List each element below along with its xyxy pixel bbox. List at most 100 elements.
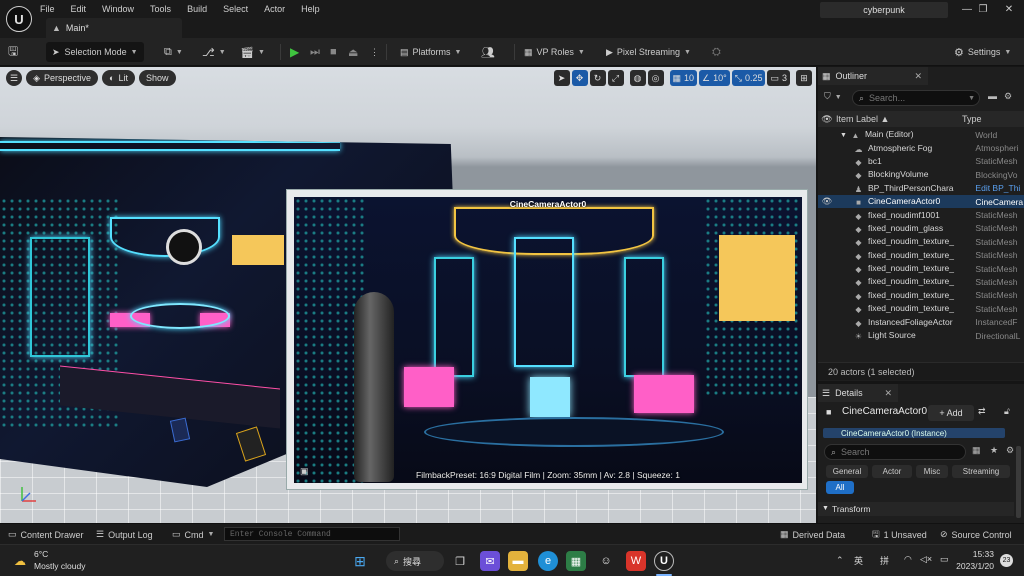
start-button[interactable]: ⊞ bbox=[350, 551, 370, 571]
viewport-layout-button[interactable]: ⊞ bbox=[796, 70, 812, 86]
unreal-logo-icon[interactable]: U bbox=[6, 6, 32, 32]
details-settings-button[interactable]: ⚙ bbox=[1006, 445, 1014, 456]
add-actor-button[interactable]: ⧉ ▼ bbox=[164, 42, 183, 62]
translate-tool-button[interactable]: ✥ bbox=[571, 70, 588, 86]
menu-window[interactable]: Window bbox=[102, 4, 134, 14]
step-button[interactable]: ⏭ bbox=[310, 42, 320, 62]
outliner-search-input[interactable]: ⌕ Search... ▼ bbox=[852, 90, 980, 106]
pixel-streaming-dropdown[interactable]: ▶ Pixel Streaming ▼ bbox=[606, 42, 691, 62]
wifi-icon[interactable]: ◠ bbox=[904, 554, 912, 565]
selection-mode-dropdown[interactable]: ➤ Selection Mode ▼ bbox=[46, 42, 144, 62]
menu-actor[interactable]: Actor bbox=[264, 4, 285, 14]
output-log-button[interactable]: ☰ Output Log bbox=[96, 528, 153, 541]
component-tree-item[interactable]: CineCameraActor0 (Instance) bbox=[823, 428, 1005, 438]
outliner-settings-button[interactable]: ⚙ bbox=[1004, 91, 1012, 102]
file-explorer-button[interactable]: ▬ bbox=[508, 551, 528, 571]
menu-tools[interactable]: Tools bbox=[150, 4, 171, 14]
stop-button[interactable]: ■ bbox=[330, 42, 337, 62]
outliner-row[interactable]: ◆ fixed_noudim_texture_ StaticMesh bbox=[818, 262, 1024, 275]
filter-general[interactable]: General bbox=[826, 465, 868, 478]
menu-file[interactable]: File bbox=[40, 4, 55, 14]
alienware-button[interactable]: ☺ bbox=[596, 551, 616, 571]
perspective-button[interactable]: ◈ Perspective bbox=[26, 70, 99, 86]
console-input[interactable]: Enter Console Command bbox=[224, 527, 400, 541]
rotation-snap-button[interactable]: ∠ 10° bbox=[699, 70, 730, 86]
system-clock[interactable]: 15:33 2023/1/20 bbox=[952, 549, 994, 571]
volume-icon[interactable]: ◁× bbox=[920, 554, 932, 565]
scale-snap-button[interactable]: ⤡ 0.25 bbox=[731, 70, 766, 86]
outliner-row[interactable]: ◆ fixed_noudimf1001 StaticMesh bbox=[818, 208, 1024, 221]
menu-help[interactable]: Help bbox=[301, 4, 320, 14]
cmd-dropdown[interactable]: ▭ Cmd ▼ bbox=[172, 528, 214, 541]
settings-dropdown[interactable]: ⚙ Settings ▼ bbox=[954, 42, 1011, 62]
battery-icon[interactable]: ▭ bbox=[940, 554, 949, 565]
wps-office-button[interactable]: W bbox=[626, 551, 646, 571]
weather-widget[interactable]: 6°C Mostly cloudy bbox=[34, 549, 86, 571]
level-viewport[interactable]: ☰ ◈ Perspective ◐ Lit Show ➤ ✥ ↻ ⤢ ◍ ◎ ▦ 10… bbox=[0, 67, 816, 523]
transform-section[interactable]: ▼ Transform bbox=[818, 502, 1014, 516]
close-button[interactable]: ✕ bbox=[996, 2, 1022, 18]
taskbar-search[interactable]: ⌕ 搜尋 bbox=[386, 551, 444, 571]
outliner-row[interactable]: ◆ fixed_noudim_texture_ StaticMesh bbox=[818, 249, 1024, 262]
lock-button[interactable]: 🔓︎ bbox=[1004, 406, 1010, 417]
add-component-button[interactable]: + Add bbox=[928, 405, 974, 421]
blueprint-button[interactable]: ⇄ bbox=[978, 406, 986, 417]
light-gizmo-icon[interactable] bbox=[166, 229, 202, 265]
item-label-column[interactable]: Item Label ▲ bbox=[836, 114, 962, 124]
unsaved-button[interactable]: 🖫 1 Unsaved bbox=[872, 528, 927, 541]
outliner-row[interactable]: ◆ fixed_noudim_texture_ StaticMesh bbox=[818, 302, 1024, 315]
vp-roles-dropdown[interactable]: ▦ VP Roles ▼ bbox=[524, 42, 585, 62]
store-button[interactable]: ▦ bbox=[566, 551, 586, 571]
visibility-eye-icon[interactable]: 👁︎ bbox=[818, 196, 836, 207]
filter-misc[interactable]: Misc bbox=[916, 465, 948, 478]
eject-button[interactable]: ⏏ bbox=[348, 42, 358, 62]
favorite-button[interactable]: ★ bbox=[990, 445, 998, 456]
outliner-row[interactable]: ◆ fixed_noudim_texture_ StaticMesh bbox=[818, 235, 1024, 248]
edge-browser-button[interactable]: e bbox=[538, 551, 558, 571]
menu-build[interactable]: Build bbox=[187, 4, 207, 14]
scale-tool-button[interactable]: ⤢ bbox=[607, 70, 624, 86]
tray-overflow-icon[interactable]: ⌃ bbox=[836, 555, 844, 566]
filter-all[interactable]: All bbox=[826, 481, 854, 494]
blueprint-button[interactable]: ⎇ ▼ bbox=[202, 42, 226, 62]
vp-users-button[interactable]: 👥︎ bbox=[481, 42, 495, 62]
type-column[interactable]: Type bbox=[962, 114, 982, 124]
local-world-button[interactable]: ◍ bbox=[629, 70, 646, 86]
source-control-toolbar-button[interactable]: ⛭ bbox=[712, 42, 721, 62]
outliner-row[interactable]: ◆ fixed_noudim_glass StaticMesh bbox=[818, 222, 1024, 235]
outliner-row[interactable]: ♟ BP_ThirdPersonChara Edit BP_Thi bbox=[818, 182, 1024, 195]
filter-actor[interactable]: Actor bbox=[872, 465, 912, 478]
chevron-down-icon[interactable]: ▼ bbox=[840, 132, 847, 139]
outliner-filter-button[interactable]: ⛉ ▼ bbox=[824, 91, 842, 102]
rotate-tool-button[interactable]: ↻ bbox=[589, 70, 606, 86]
cinematics-button[interactable]: 🎬︎ ▼ bbox=[240, 42, 265, 62]
outliner-row[interactable]: ☁ Atmospheric Fog Atmospheri bbox=[818, 141, 1024, 154]
content-drawer-button[interactable]: ▭ Content Drawer bbox=[8, 528, 84, 541]
camera-speed-button[interactable]: ▭ 3 bbox=[767, 70, 790, 86]
outliner-row[interactable]: ☀ Light Source DirectionalL bbox=[818, 329, 1024, 342]
unreal-engine-taskbar-button[interactable]: U bbox=[654, 551, 674, 571]
details-search-input[interactable]: ⌕ Search bbox=[824, 444, 966, 460]
menu-select[interactable]: Select bbox=[223, 4, 248, 14]
notification-badge[interactable]: 23 bbox=[1000, 554, 1013, 567]
play-button[interactable]: ▶ bbox=[290, 42, 299, 62]
teams-chat-button[interactable]: ✉ bbox=[480, 551, 500, 571]
menu-edit[interactable]: Edit bbox=[71, 4, 87, 14]
close-icon[interactable]: ✕ bbox=[884, 388, 892, 399]
outliner-row[interactable]: ◆ BlockingVolume BlockingVo bbox=[818, 168, 1024, 181]
outliner-tab[interactable]: ▦ Outliner ✕ bbox=[818, 67, 928, 85]
show-button[interactable]: Show bbox=[138, 70, 176, 86]
select-tool-button[interactable]: ➤ bbox=[553, 70, 570, 86]
details-view-button[interactable]: ▦ bbox=[972, 445, 981, 456]
grid-snap-button[interactable]: ▦ 10 bbox=[669, 70, 698, 86]
details-scrollbar[interactable] bbox=[1016, 446, 1021, 518]
outliner-row[interactable]: ◆ bc1 StaticMesh bbox=[818, 155, 1024, 168]
platforms-dropdown[interactable]: ▤ Platforms ▼ bbox=[400, 42, 461, 62]
save-button[interactable]: 🖫 bbox=[8, 42, 18, 62]
derived-data-button[interactable]: ▦ Derived Data bbox=[780, 528, 845, 541]
folder-add-button[interactable]: ▬ bbox=[988, 91, 997, 101]
source-control-button[interactable]: ⊘ Source Control bbox=[940, 528, 1012, 541]
filter-streaming[interactable]: Streaming bbox=[952, 465, 1010, 478]
outliner-row[interactable]: ◆ fixed_noudim_texture_ StaticMesh bbox=[818, 289, 1024, 302]
outliner-row[interactable]: ▼ ▲ Main (Editor) World bbox=[818, 128, 1024, 141]
